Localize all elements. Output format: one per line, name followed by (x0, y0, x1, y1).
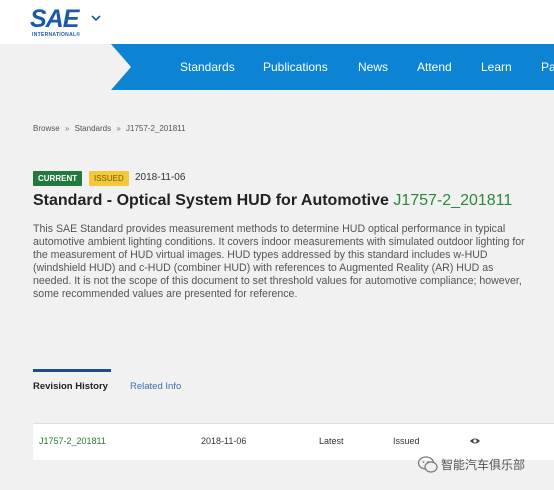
logo-subtext: INTERNATIONAL® (32, 32, 81, 38)
tab-related-info[interactable]: Related Info (130, 381, 181, 393)
sae-logo[interactable]: SAE INTERNATIONAL® (30, 6, 92, 38)
status-badge-current: CURRENT (33, 171, 83, 186)
document-date: 2018-11-06 (135, 172, 186, 183)
title-code: J1757-2_201811 (393, 192, 513, 209)
watermark: 智能汽车俱乐部 (417, 455, 554, 477)
status-badge-issued: ISSUED (89, 171, 129, 186)
main-navigation: Standards Publications News Attend Learn… (111, 44, 554, 90)
wechat-icon (417, 456, 438, 473)
tab-revision-history[interactable]: Revision History (33, 381, 108, 393)
eye-icon[interactable] (469, 436, 481, 446)
title-text: Standard - Optical System HUD for Automo… (33, 192, 389, 209)
nav-partial[interactable]: Pa (541, 59, 554, 75)
document-description: This SAE Standard provides measurement m… (33, 223, 525, 300)
revision-code[interactable]: J1757-2_201811 (39, 436, 106, 447)
active-tab-indicator (33, 369, 111, 372)
watermark-text: 智能汽车俱乐部 (441, 458, 526, 472)
breadcrumb-browse[interactable]: Browse (33, 124, 60, 133)
nav-learn[interactable]: Learn (481, 59, 512, 75)
nav-standards[interactable]: Standards (180, 59, 235, 75)
nav-attend[interactable]: Attend (417, 59, 452, 75)
revision-status: Issued (393, 436, 420, 446)
nav-publications[interactable]: Publications (263, 59, 328, 75)
nav-news[interactable]: News (358, 59, 388, 75)
top-header: SAE INTERNATIONAL® (0, 0, 554, 44)
breadcrumb: Browse » Standards » J1757-2_201811 (33, 124, 188, 134)
breadcrumb-separator: » (64, 124, 70, 133)
breadcrumb-standards[interactable]: Standards (75, 124, 111, 133)
revision-latest: Latest (319, 436, 344, 446)
chevron-down-icon[interactable] (89, 11, 103, 25)
logo-text: SAE (30, 5, 79, 33)
revision-date: 2018-11-06 (201, 436, 247, 446)
breadcrumb-current: J1757-2_201811 (126, 124, 186, 133)
breadcrumb-separator: » (116, 124, 121, 133)
page-title: Standard - Optical System HUD for Automo… (33, 191, 512, 211)
